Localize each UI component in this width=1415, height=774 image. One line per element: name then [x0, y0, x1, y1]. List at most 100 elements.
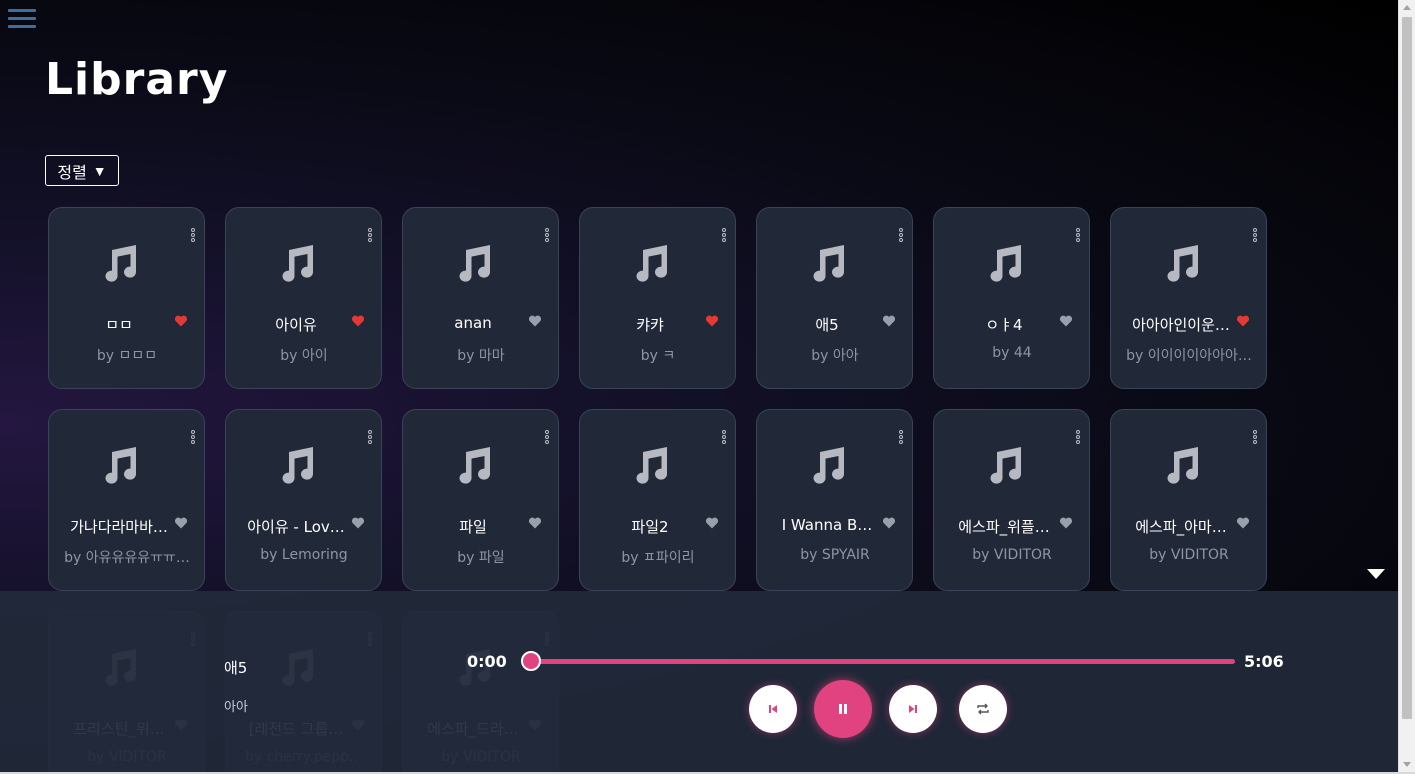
heart-icon[interactable] [174, 516, 188, 530]
app-root: Library 정렬 ▼ ㅁㅁ by ㅁㅁㅁ 아이유 by 아이 anan by 마마 캬캬… [0, 0, 1398, 772]
song-title: 아아아인이운… [1132, 316, 1230, 334]
song-artist: by VIDITOR [1149, 547, 1229, 563]
more-options-icon[interactable] [368, 430, 372, 444]
next-icon [909, 705, 917, 713]
more-options-icon[interactable] [191, 430, 195, 444]
song-title: 에스파_아마… [1135, 518, 1227, 536]
song-card[interactable]: 가나다라마바… by 아유유유유ㅠㅠ… [48, 409, 205, 591]
heart-icon[interactable] [882, 314, 896, 328]
total-time: 5:06 [1244, 652, 1284, 671]
song-artist: by 파일 [457, 550, 505, 566]
song-card[interactable]: anan by 마마 [402, 207, 559, 389]
previous-button[interactable] [749, 685, 797, 733]
song-title: 파일2 [631, 518, 669, 536]
song-artist: by 아유유유유ㅠㅠ… [64, 550, 190, 566]
song-card[interactable]: 아아아인이운… by 이이이이아아아… [1110, 207, 1267, 389]
more-options-icon[interactable] [1253, 430, 1257, 444]
song-title: ㅇㅑ4 [985, 316, 1023, 334]
music-note-icon [984, 242, 1026, 284]
song-artist: by 아이 [280, 348, 328, 364]
next-button[interactable] [889, 685, 937, 733]
heart-icon[interactable] [1236, 314, 1250, 328]
music-note-icon [453, 444, 495, 486]
more-options-icon[interactable] [722, 430, 726, 444]
scroll-down-arrow-icon[interactable] [1403, 762, 1411, 767]
heart-icon[interactable] [1236, 516, 1250, 530]
vertical-scrollbar[interactable] [1398, 0, 1415, 772]
song-card[interactable]: 아이유 - Lov… by Lemoring [225, 409, 382, 591]
heart-icon[interactable] [528, 516, 542, 530]
song-title: 캬캬 [636, 316, 664, 334]
song-card[interactable]: ㅁㅁ by ㅁㅁㅁ [48, 207, 205, 389]
caret-down-icon: ▼ [92, 162, 107, 179]
song-card[interactable]: 아이유 by 아이 [225, 207, 382, 389]
music-note-icon [807, 242, 849, 284]
scroll-up-arrow-icon[interactable] [1403, 5, 1411, 10]
song-title: 파일 [459, 518, 487, 536]
scroll-down-arrow-icon[interactable] [1367, 569, 1385, 579]
more-options-icon[interactable] [191, 228, 195, 242]
song-card[interactable]: 파일2 by ㅍ파이리 [579, 409, 736, 591]
song-card[interactable]: ㅇㅑ4 by 44 [933, 207, 1090, 389]
more-options-icon[interactable] [545, 228, 549, 242]
song-card[interactable]: I Wanna B… by SPYAIR [756, 409, 913, 591]
music-note-icon [99, 444, 141, 486]
song-artist: by 이이이이아아아… [1126, 348, 1252, 364]
more-options-icon[interactable] [368, 228, 372, 242]
more-options-icon[interactable] [1253, 228, 1257, 242]
music-note-icon [276, 444, 318, 486]
song-title: I Wanna B… [781, 516, 873, 534]
song-card[interactable]: 파일 by 파일 [402, 409, 559, 591]
pause-icon [839, 704, 847, 714]
scrollbar-thumb[interactable] [1402, 17, 1412, 719]
progress-bar[interactable] [531, 659, 1235, 664]
more-options-icon[interactable] [1076, 430, 1080, 444]
heart-icon[interactable] [705, 516, 719, 530]
heart-icon[interactable] [882, 516, 896, 530]
music-note-icon [1161, 242, 1203, 284]
page-title: Library [45, 54, 229, 105]
progress-handle[interactable] [521, 651, 541, 671]
now-playing-title: 애5 [224, 659, 248, 677]
heart-icon[interactable] [1059, 516, 1073, 530]
player-bar: 애5 아아 0:00 5:06 [0, 591, 1398, 772]
song-card[interactable]: 에스파_아마…by VIDITOR [1110, 409, 1267, 591]
repeat-icon [977, 703, 989, 715]
more-options-icon[interactable] [899, 228, 903, 242]
pause-button[interactable] [814, 680, 872, 738]
music-note-icon [807, 444, 849, 486]
more-options-icon[interactable] [722, 228, 726, 242]
music-note-icon [630, 444, 672, 486]
heart-icon[interactable] [174, 314, 188, 328]
heart-icon[interactable] [351, 314, 365, 328]
song-title: 에스파_위플… [958, 518, 1050, 536]
music-note-icon [276, 242, 318, 284]
sort-label: 정렬 [57, 164, 87, 182]
sort-button[interactable]: 정렬 ▼ [45, 155, 119, 186]
heart-icon[interactable] [351, 516, 365, 530]
song-artist: by ㅍ파이리 [621, 550, 695, 566]
song-artist: by 44 [992, 345, 1032, 361]
music-note-icon [453, 242, 495, 284]
heart-icon[interactable] [528, 314, 542, 328]
prev-icon [769, 705, 777, 713]
music-note-icon [630, 242, 672, 284]
song-title: 애5 [815, 316, 839, 334]
music-note-icon [984, 444, 1026, 486]
music-note-icon [1161, 444, 1203, 486]
heart-icon[interactable] [1059, 314, 1073, 328]
song-artist: by SPYAIR [800, 547, 870, 563]
song-card[interactable]: 캬캬 by ㅋ [579, 207, 736, 389]
more-options-icon[interactable] [1076, 228, 1080, 242]
hamburger-menu-icon[interactable] [8, 9, 36, 33]
more-options-icon[interactable] [545, 430, 549, 444]
song-title: ㅁㅁ [105, 316, 133, 334]
song-title: 가나다라마바… [70, 518, 168, 536]
song-title: anan [454, 314, 492, 332]
more-options-icon[interactable] [899, 430, 903, 444]
heart-icon[interactable] [705, 314, 719, 328]
song-title: 아이유 - Lov… [247, 518, 345, 536]
song-card[interactable]: 에스파_위플… by VIDITOR [933, 409, 1090, 591]
song-card[interactable]: 애5 by 아아 [756, 207, 913, 389]
repeat-button[interactable] [959, 685, 1007, 733]
